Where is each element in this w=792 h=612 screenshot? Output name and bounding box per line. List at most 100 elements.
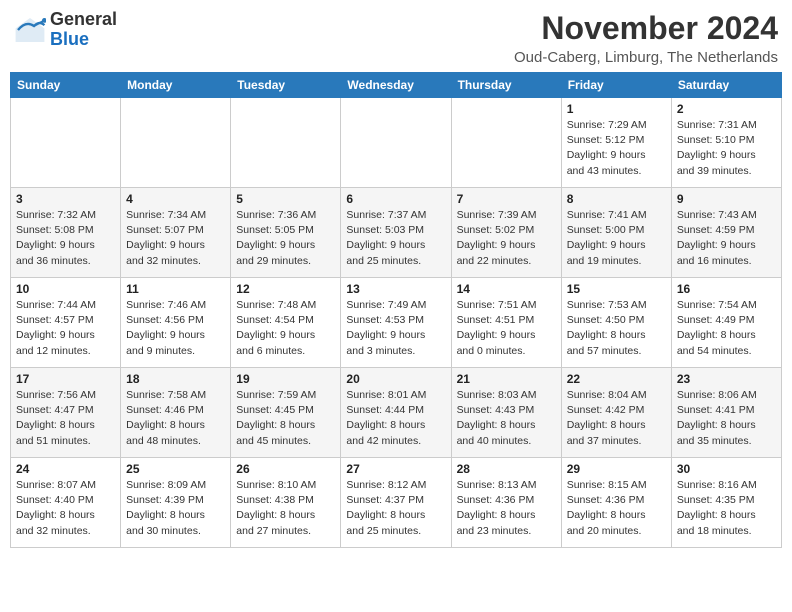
weekday-header-monday: Monday [121, 73, 231, 98]
day-cell: 5 Sunrise: 7:36 AMSunset: 5:05 PMDaylight… [231, 188, 341, 278]
day-number: 27 [346, 462, 445, 476]
day-info: Sunrise: 7:59 AMSunset: 4:45 PMDaylight:… [236, 388, 335, 449]
day-number: 15 [567, 282, 666, 296]
day-cell: 9 Sunrise: 7:43 AMSunset: 4:59 PMDaylight… [671, 188, 781, 278]
day-number: 12 [236, 282, 335, 296]
day-number: 22 [567, 372, 666, 386]
day-number: 16 [677, 282, 776, 296]
day-number: 1 [567, 102, 666, 116]
day-info: Sunrise: 7:43 AMSunset: 4:59 PMDaylight:… [677, 208, 776, 269]
day-number: 21 [457, 372, 556, 386]
day-info: Sunrise: 8:10 AMSunset: 4:38 PMDaylight:… [236, 478, 335, 539]
day-number: 28 [457, 462, 556, 476]
day-cell: 10 Sunrise: 7:44 AMSunset: 4:57 PMDayligh… [11, 278, 121, 368]
day-cell: 16 Sunrise: 7:54 AMSunset: 4:49 PMDayligh… [671, 278, 781, 368]
weekday-header-tuesday: Tuesday [231, 73, 341, 98]
day-info: Sunrise: 8:13 AMSunset: 4:36 PMDaylight:… [457, 478, 556, 539]
day-number: 29 [567, 462, 666, 476]
day-number: 17 [16, 372, 115, 386]
day-info: Sunrise: 7:31 AMSunset: 5:10 PMDaylight:… [677, 118, 776, 179]
day-cell: 7 Sunrise: 7:39 AMSunset: 5:02 PMDaylight… [451, 188, 561, 278]
day-info: Sunrise: 8:04 AMSunset: 4:42 PMDaylight:… [567, 388, 666, 449]
weekday-header-saturday: Saturday [671, 73, 781, 98]
day-info: Sunrise: 8:09 AMSunset: 4:39 PMDaylight:… [126, 478, 225, 539]
weekday-header-wednesday: Wednesday [341, 73, 451, 98]
day-number: 5 [236, 192, 335, 206]
day-info: Sunrise: 8:06 AMSunset: 4:41 PMDaylight:… [677, 388, 776, 449]
month-title: November 2024 [514, 10, 778, 47]
day-cell: 14 Sunrise: 7:51 AMSunset: 4:51 PMDayligh… [451, 278, 561, 368]
day-number: 24 [16, 462, 115, 476]
day-number: 18 [126, 372, 225, 386]
day-cell: 29Sunrise: 8:15 AMSunset: 4:36 PMDayligh… [561, 458, 671, 548]
day-cell [121, 98, 231, 188]
weekday-header-thursday: Thursday [451, 73, 561, 98]
day-info: Sunrise: 7:48 AMSunset: 4:54 PMDaylight:… [236, 298, 335, 359]
day-info: Sunrise: 7:54 AMSunset: 4:49 PMDaylight:… [677, 298, 776, 359]
day-info: Sunrise: 7:53 AMSunset: 4:50 PMDaylight:… [567, 298, 666, 359]
day-info: Sunrise: 8:01 AMSunset: 4:44 PMDaylight:… [346, 388, 445, 449]
day-cell: 1 Sunrise: 7:29 AMSunset: 5:12 PMDaylight… [561, 98, 671, 188]
week-row-5: 24Sunrise: 8:07 AMSunset: 4:40 PMDayligh… [11, 458, 782, 548]
day-cell: 3Sunrise: 7:32 AMSunset: 5:08 PMDaylight… [11, 188, 121, 278]
day-number: 3 [16, 192, 115, 206]
weekday-header-row: SundayMondayTuesdayWednesdayThursdayFrid… [11, 73, 782, 98]
day-cell: 28 Sunrise: 8:13 AMSunset: 4:36 PMDayligh… [451, 458, 561, 548]
day-number: 30 [677, 462, 776, 476]
day-cell: 13Sunrise: 7:49 AMSunset: 4:53 PMDayligh… [341, 278, 451, 368]
day-number: 25 [126, 462, 225, 476]
day-cell: 6Sunrise: 7:37 AMSunset: 5:03 PMDaylight… [341, 188, 451, 278]
day-info: Sunrise: 7:39 AMSunset: 5:02 PMDaylight:… [457, 208, 556, 269]
day-cell: 18Sunrise: 7:58 AMSunset: 4:46 PMDayligh… [121, 368, 231, 458]
logo-icon [14, 14, 46, 46]
day-info: Sunrise: 7:46 AMSunset: 4:56 PMDaylight:… [126, 298, 225, 359]
day-info: Sunrise: 7:29 AMSunset: 5:12 PMDaylight:… [567, 118, 666, 179]
day-number: 11 [126, 282, 225, 296]
day-info: Sunrise: 8:03 AMSunset: 4:43 PMDaylight:… [457, 388, 556, 449]
day-info: Sunrise: 7:34 AMSunset: 5:07 PMDaylight:… [126, 208, 225, 269]
day-info: Sunrise: 8:12 AMSunset: 4:37 PMDaylight:… [346, 478, 445, 539]
logo-text: General Blue [50, 10, 117, 50]
day-number: 7 [457, 192, 556, 206]
day-cell: 27 Sunrise: 8:12 AMSunset: 4:37 PMDayligh… [341, 458, 451, 548]
day-number: 8 [567, 192, 666, 206]
day-cell: 21 Sunrise: 8:03 AMSunset: 4:43 PMDayligh… [451, 368, 561, 458]
day-cell: 24Sunrise: 8:07 AMSunset: 4:40 PMDayligh… [11, 458, 121, 548]
logo-blue: Blue [50, 30, 117, 50]
day-info: Sunrise: 7:44 AMSunset: 4:57 PMDaylight:… [16, 298, 115, 359]
day-number: 13 [346, 282, 445, 296]
day-cell [11, 98, 121, 188]
day-number: 20 [346, 372, 445, 386]
day-cell: 19 Sunrise: 7:59 AMSunset: 4:45 PMDayligh… [231, 368, 341, 458]
day-cell: 20 Sunrise: 8:01 AMSunset: 4:44 PMDayligh… [341, 368, 451, 458]
day-cell: 15 Sunrise: 7:53 AMSunset: 4:50 PMDayligh… [561, 278, 671, 368]
day-cell: 17 Sunrise: 7:56 AMSunset: 4:47 PMDayligh… [11, 368, 121, 458]
day-number: 14 [457, 282, 556, 296]
day-number: 26 [236, 462, 335, 476]
day-cell: 30 Sunrise: 8:16 AMSunset: 4:35 PMDayligh… [671, 458, 781, 548]
week-row-2: 3Sunrise: 7:32 AMSunset: 5:08 PMDaylight… [11, 188, 782, 278]
day-cell: 26 Sunrise: 8:10 AMSunset: 4:38 PMDayligh… [231, 458, 341, 548]
week-row-3: 10 Sunrise: 7:44 AMSunset: 4:57 PMDayligh… [11, 278, 782, 368]
weekday-header-friday: Friday [561, 73, 671, 98]
day-info: Sunrise: 8:16 AMSunset: 4:35 PMDaylight:… [677, 478, 776, 539]
day-cell: 8 Sunrise: 7:41 AMSunset: 5:00 PMDaylight… [561, 188, 671, 278]
day-info: Sunrise: 7:41 AMSunset: 5:00 PMDaylight:… [567, 208, 666, 269]
header: General Blue November 2024 Oud-Caberg, L… [10, 10, 782, 66]
day-number: 9 [677, 192, 776, 206]
day-info: Sunrise: 7:37 AMSunset: 5:03 PMDaylight:… [346, 208, 445, 269]
day-cell: 2 Sunrise: 7:31 AMSunset: 5:10 PMDaylight… [671, 98, 781, 188]
day-cell: 23 Sunrise: 8:06 AMSunset: 4:41 PMDayligh… [671, 368, 781, 458]
day-info: Sunrise: 7:36 AMSunset: 5:05 PMDaylight:… [236, 208, 335, 269]
day-number: 23 [677, 372, 776, 386]
day-number: 2 [677, 102, 776, 116]
title-area: November 2024 Oud-Caberg, Limburg, The N… [514, 10, 778, 66]
calendar: SundayMondayTuesdayWednesdayThursdayFrid… [10, 72, 782, 548]
day-number: 19 [236, 372, 335, 386]
day-info: Sunrise: 7:51 AMSunset: 4:51 PMDaylight:… [457, 298, 556, 359]
day-cell: 25 Sunrise: 8:09 AMSunset: 4:39 PMDayligh… [121, 458, 231, 548]
day-cell [451, 98, 561, 188]
day-number: 10 [16, 282, 115, 296]
day-info: Sunrise: 7:56 AMSunset: 4:47 PMDaylight:… [16, 388, 115, 449]
logo-general: General [50, 10, 117, 30]
